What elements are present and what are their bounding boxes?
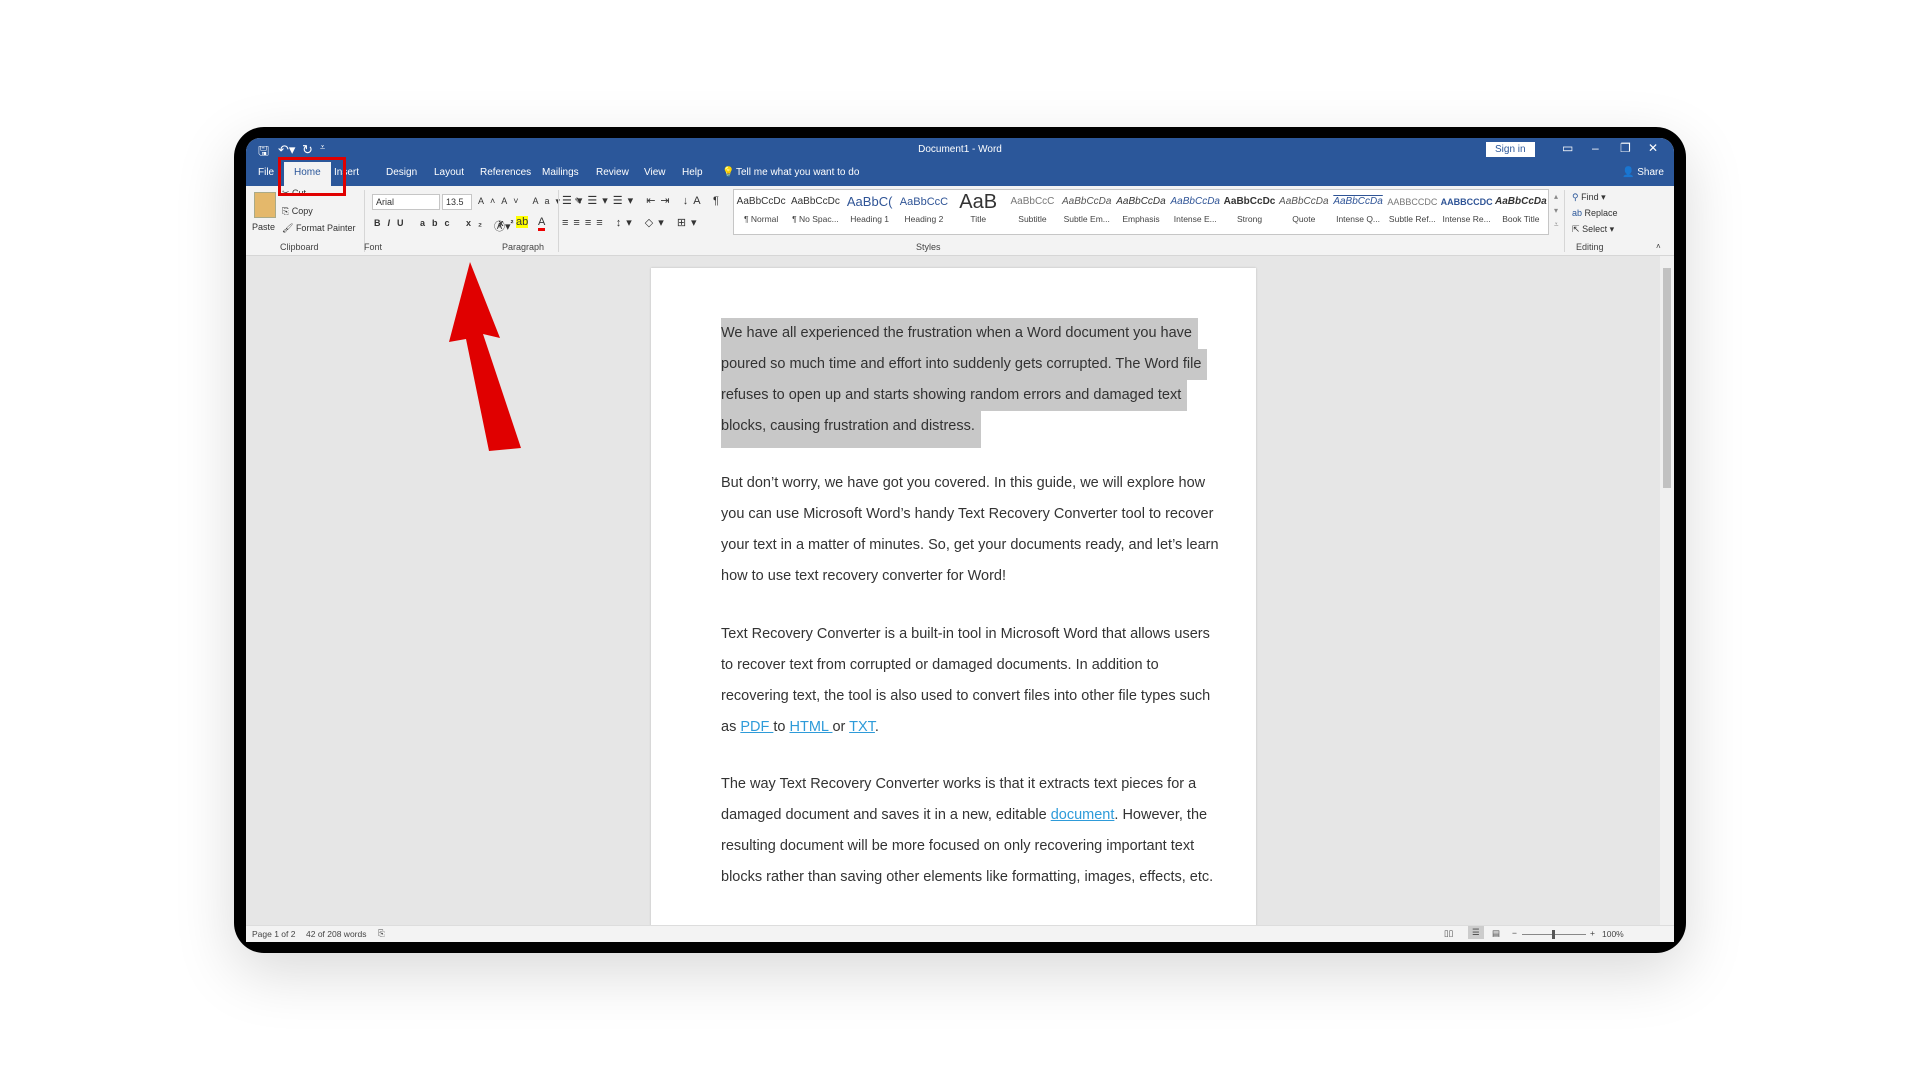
annotation-arrow bbox=[449, 262, 521, 451]
red-arrow-icon bbox=[449, 262, 521, 451]
